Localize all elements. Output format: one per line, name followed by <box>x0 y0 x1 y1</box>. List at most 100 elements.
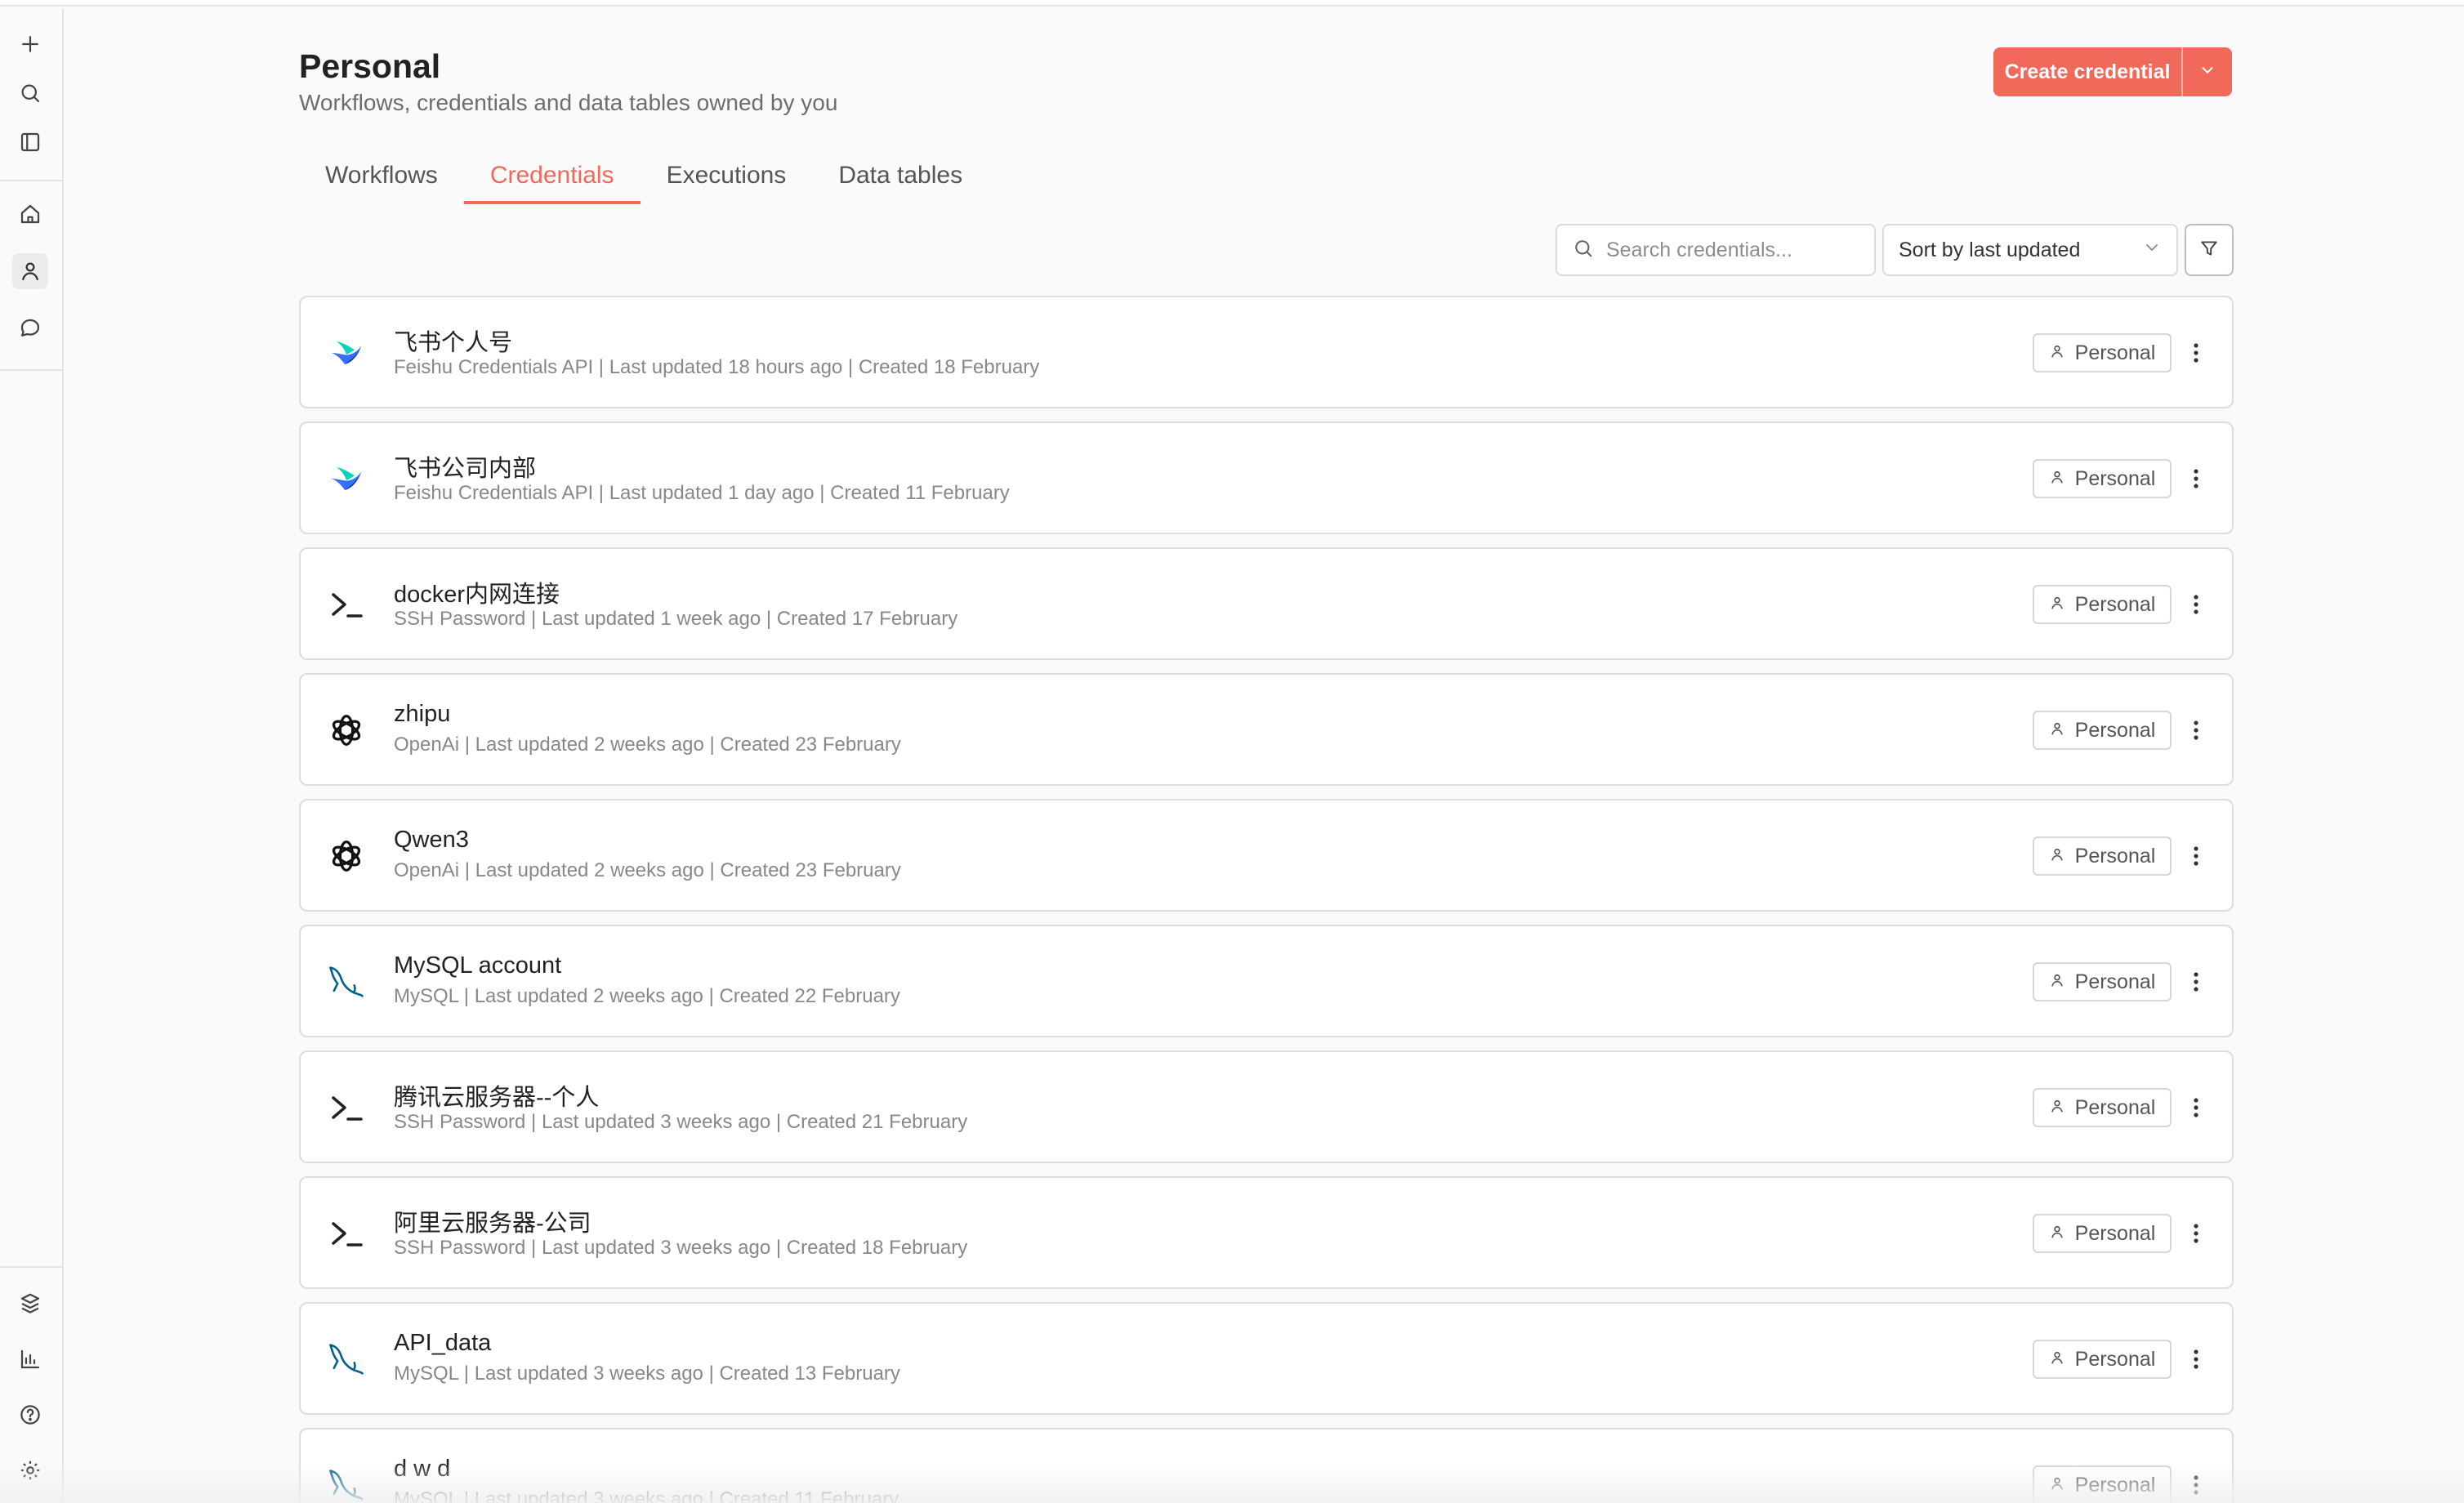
page-subtitle: Workflows, credentials and data tables o… <box>299 90 838 115</box>
credential-meta: OpenAi | Last updated 2 weeks ago | Crea… <box>394 859 901 881</box>
credential-card[interactable]: API_data MySQL | Last updated 3 weeks ag… <box>299 1302 2234 1415</box>
credential-name: API_data <box>394 1330 492 1356</box>
more-options-icon[interactable] <box>2180 836 2212 876</box>
more-options-icon[interactable] <box>2180 711 2212 750</box>
credential-card[interactable]: Qwen3 OpenAi | Last updated 2 weeks ago … <box>299 799 2234 912</box>
credential-meta: SSH Password | Last updated 1 week ago |… <box>394 608 958 630</box>
create-credential-label[interactable]: Create credential <box>1993 47 2183 96</box>
credential-card[interactable]: d w d MySQL | Last updated 3 weeks ago |… <box>299 1428 2234 1503</box>
terminal-icon <box>324 1085 369 1131</box>
help-icon[interactable] <box>12 1397 48 1433</box>
panel-toggle-icon[interactable] <box>12 124 48 160</box>
owner-badge: Personal <box>2033 459 2172 498</box>
top-border <box>0 0 2464 7</box>
credential-meta: SSH Password | Last updated 3 weeks ago … <box>394 1111 968 1133</box>
owner-badge: Personal <box>2033 1340 2172 1379</box>
sidebar-divider <box>0 1266 64 1268</box>
tab-workflows[interactable]: Workflows <box>299 155 464 204</box>
credential-name: 飞书个人号 <box>394 330 513 356</box>
owner-badge-label: Personal <box>2074 341 2156 364</box>
credential-card[interactable]: 飞书公司内部 Feishu Credentials API | Last upd… <box>299 421 2234 534</box>
home-icon[interactable] <box>12 196 48 232</box>
create-dropdown-toggle[interactable] <box>2183 47 2232 96</box>
filter-funnel-icon <box>2198 238 2220 263</box>
chevron-down-icon <box>2142 238 2162 263</box>
settings-gear-icon[interactable] <box>12 1452 48 1488</box>
credential-card[interactable]: 腾讯云服务器--个人 SSH Password | Last updated 3… <box>299 1050 2234 1163</box>
terminal-icon <box>324 1211 369 1256</box>
owner-badge: Personal <box>2033 962 2172 1001</box>
tab-executions[interactable]: Executions <box>641 155 813 204</box>
credential-meta: OpenAi | Last updated 2 weeks ago | Crea… <box>394 734 901 756</box>
more-options-icon[interactable] <box>2180 1214 2212 1253</box>
more-options-icon[interactable] <box>2180 333 2212 372</box>
credential-card[interactable]: docker内网连接 SSH Password | Last updated 1… <box>299 547 2234 660</box>
search-icon <box>1572 237 1595 264</box>
user-icon <box>2049 1222 2065 1246</box>
credential-card[interactable]: MySQL account MySQL | Last updated 2 wee… <box>299 925 2234 1037</box>
owner-badge-label: Personal <box>2074 844 2156 867</box>
owner-badge-label: Personal <box>2074 970 2156 993</box>
owner-badge-label: Personal <box>2074 1347 2156 1371</box>
sidebar-divider <box>0 369 64 371</box>
user-icon <box>2049 845 2065 868</box>
openai-icon <box>324 833 369 879</box>
owner-badge-label: Personal <box>2074 718 2156 742</box>
more-options-icon[interactable] <box>2180 585 2212 624</box>
user-icon <box>2049 593 2065 617</box>
credential-meta: MySQL | Last updated 3 weeks ago | Creat… <box>394 1488 899 1503</box>
user-icon <box>2049 341 2065 365</box>
mysql-dolphin-icon <box>324 1462 369 1503</box>
credential-name: 阿里云服务器-公司 <box>394 1211 591 1237</box>
owner-badge: Personal <box>2033 836 2172 876</box>
search-icon[interactable] <box>12 75 48 111</box>
tab-credentials[interactable]: Credentials <box>463 155 641 204</box>
chat-icon[interactable] <box>12 310 48 346</box>
templates-icon[interactable] <box>12 1286 48 1322</box>
credential-meta: Feishu Credentials API | Last updated 1 … <box>394 482 1010 504</box>
owner-badge-label: Personal <box>2074 1095 2156 1119</box>
search-input[interactable] <box>1606 238 1868 262</box>
more-options-icon[interactable] <box>2180 1088 2212 1127</box>
mysql-dolphin-icon <box>324 1336 369 1382</box>
user-icon <box>2049 467 2065 491</box>
credential-card[interactable]: 阿里云服务器-公司 SSH Password | Last updated 3 … <box>299 1176 2234 1289</box>
credential-name: MySQL account <box>394 952 562 979</box>
create-credential-button[interactable]: Create credential <box>1993 47 2232 96</box>
more-options-icon[interactable] <box>2180 459 2212 498</box>
credential-name: docker内网连接 <box>394 582 560 608</box>
owner-badge: Personal <box>2033 333 2172 372</box>
filter-button[interactable] <box>2185 224 2234 276</box>
credential-name: 飞书公司内部 <box>394 456 537 482</box>
sidebar <box>0 8 64 1503</box>
credential-name: zhipu <box>394 701 451 727</box>
mysql-dolphin-icon <box>324 959 369 1005</box>
credential-card[interactable]: 飞书个人号 Feishu Credentials API | Last upda… <box>299 296 2234 408</box>
tab-data-tables[interactable]: Data tables <box>812 155 989 204</box>
openai-icon <box>324 707 369 753</box>
more-options-icon[interactable] <box>2180 1465 2212 1503</box>
owner-badge: Personal <box>2033 585 2172 624</box>
credential-name: d w d <box>394 1456 451 1482</box>
user-icon <box>2049 1096 2065 1120</box>
more-options-icon[interactable] <box>2180 962 2212 1001</box>
credential-meta: SSH Password | Last updated 3 weeks ago … <box>394 1237 968 1259</box>
user-icon[interactable] <box>12 253 48 289</box>
plus-icon[interactable] <box>12 26 48 62</box>
credential-card[interactable]: zhipu OpenAi | Last updated 2 weeks ago … <box>299 673 2234 786</box>
sort-select[interactable]: Sort by last updated <box>1882 224 2178 276</box>
user-icon <box>2049 1348 2065 1371</box>
insights-chart-icon[interactable] <box>12 1341 48 1377</box>
sort-label: Sort by last updated <box>1899 238 2081 261</box>
user-icon <box>2049 1474 2065 1497</box>
more-options-icon[interactable] <box>2180 1340 2212 1379</box>
feishu-icon <box>324 456 369 502</box>
page-title: Personal <box>299 47 441 85</box>
user-icon <box>2049 719 2065 743</box>
credential-meta: MySQL | Last updated 3 weeks ago | Creat… <box>394 1363 900 1385</box>
credential-meta: MySQL | Last updated 2 weeks ago | Creat… <box>394 985 900 1007</box>
credential-name: 腾讯云服务器--个人 <box>394 1085 600 1111</box>
search-box[interactable] <box>1556 224 1876 276</box>
owner-badge: Personal <box>2033 711 2172 750</box>
credential-meta: Feishu Credentials API | Last updated 18… <box>394 356 1040 378</box>
